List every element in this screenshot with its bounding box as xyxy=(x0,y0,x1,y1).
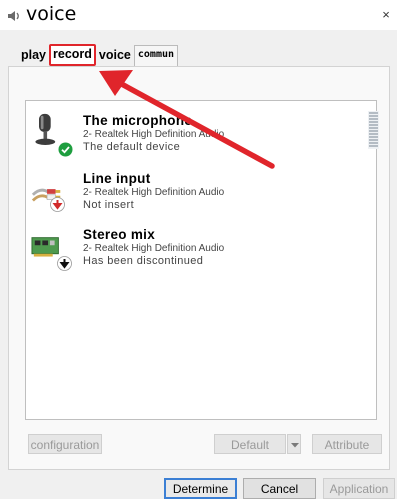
disabled-badge xyxy=(57,256,72,271)
window-title: voice xyxy=(26,3,77,25)
configuration-button[interactable]: configuration xyxy=(28,434,102,454)
determine-button[interactable]: Determine xyxy=(164,478,237,499)
device-name: The microphone xyxy=(83,113,193,128)
tab-record[interactable]: record xyxy=(49,44,96,66)
list-item-microphone[interactable]: The microphone 2- Realtek High Definitio… xyxy=(26,113,366,163)
input-level-meter xyxy=(368,111,379,149)
cancel-button[interactable]: Cancel xyxy=(243,478,316,499)
speaker-icon xyxy=(8,11,19,21)
device-status: Has been discontinued xyxy=(83,255,204,267)
device-driver: 2- Realtek High Definition Audio xyxy=(83,129,225,140)
device-status: Not insert xyxy=(83,199,135,211)
device-name: Line input xyxy=(83,171,151,186)
list-item-stereo-mix[interactable]: Stereo mix 2- Realtek High Definition Au… xyxy=(26,227,366,277)
device-name: Stereo mix xyxy=(83,227,156,242)
unplugged-badge xyxy=(50,197,65,212)
device-driver: 2- Realtek High Definition Audio xyxy=(83,243,225,254)
attribute-button[interactable]: Attribute xyxy=(312,434,382,454)
application-button[interactable]: Application xyxy=(323,478,395,499)
device-list[interactable]: The microphone 2- Realtek High Definitio… xyxy=(25,100,379,420)
close-button[interactable]: × xyxy=(375,5,397,25)
default-button[interactable]: Default xyxy=(214,434,286,454)
list-item-line-input[interactable]: Line input 2- Realtek High Definition Au… xyxy=(26,171,366,221)
device-status: The default device xyxy=(83,141,181,153)
tab-commun[interactable]: commun xyxy=(133,45,179,66)
tab-voice[interactable]: voice xyxy=(96,46,134,66)
title-bar: voice × xyxy=(0,0,397,30)
default-dropdown[interactable] xyxy=(287,434,301,454)
default-check-badge xyxy=(58,142,73,157)
device-driver: 2- Realtek High Definition Audio xyxy=(83,187,225,198)
tab-play[interactable]: play xyxy=(18,46,49,66)
chevron-down-icon xyxy=(291,443,299,448)
tab-strip: play record voice commun xyxy=(18,44,179,66)
